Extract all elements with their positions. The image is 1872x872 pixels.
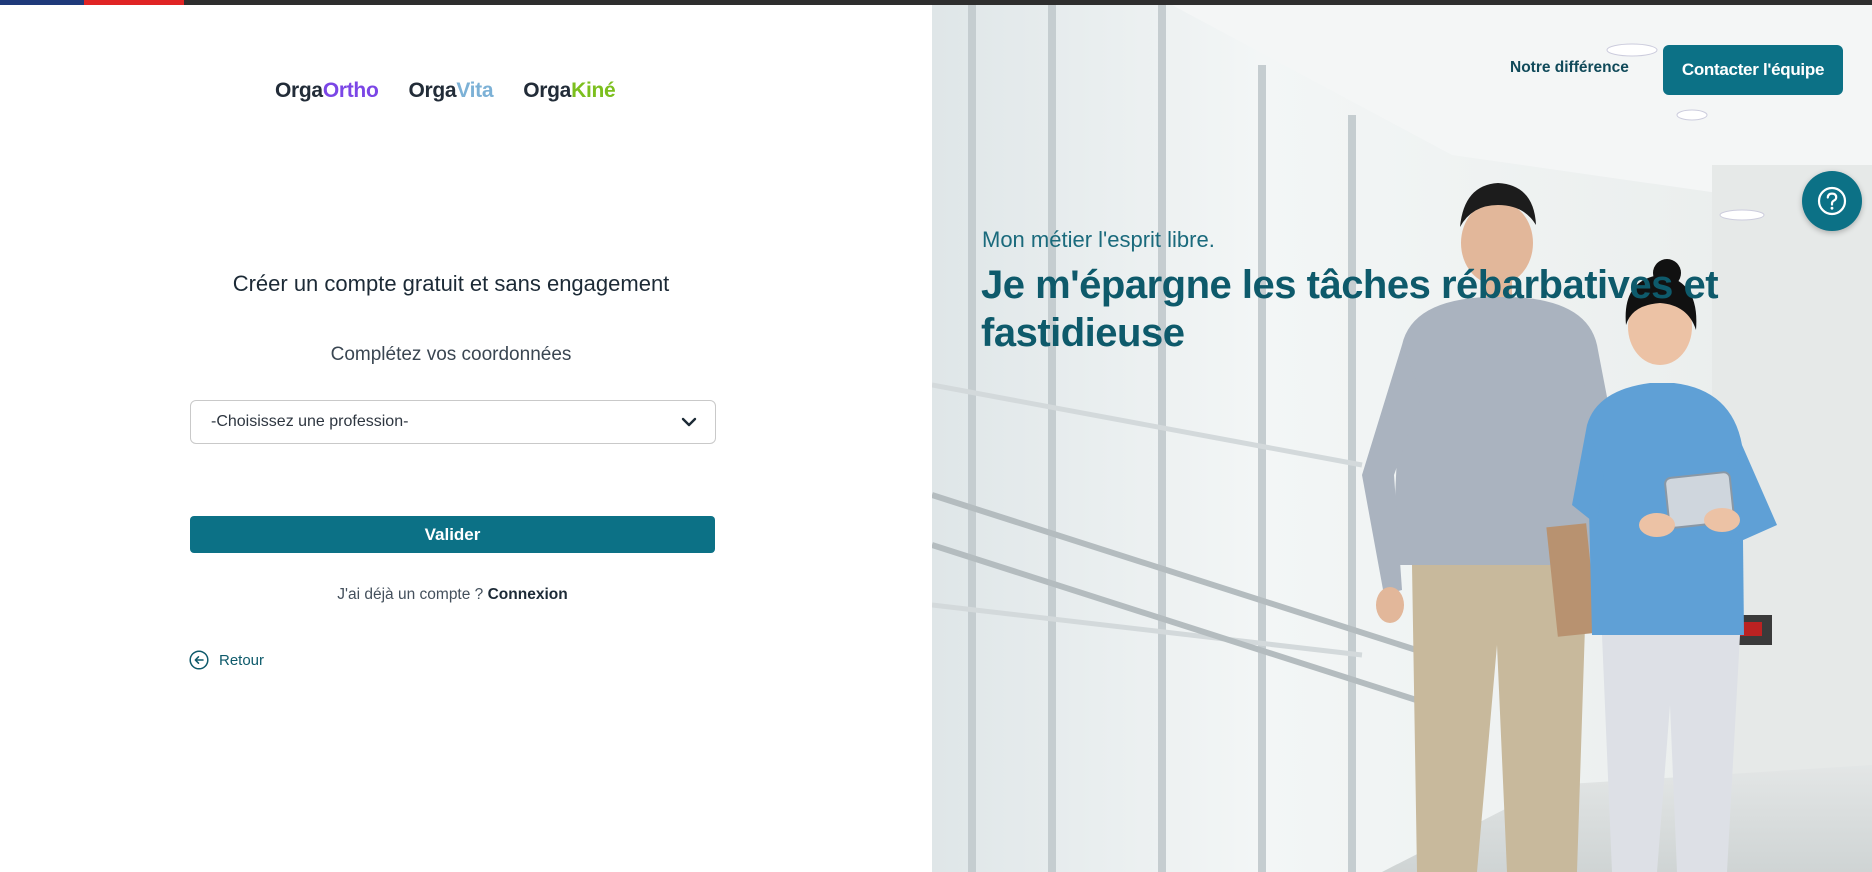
login-prompt: J'ai déjà un compte ? Connexion [190,586,715,604]
help-button[interactable] [1802,171,1862,231]
hero-title: Je m'épargne les tâches rébarbatives et … [981,263,1719,355]
logo-prefix: Orga [408,79,457,102]
logo-orgakine[interactable]: Orga Kiné [523,79,615,103]
login-link[interactable]: Connexion [488,586,568,603]
logo-suffix: Ortho [322,79,379,102]
logo-suffix: Kiné [571,79,616,102]
logo-orgaortho[interactable]: Orga Ortho [275,79,379,103]
form-title: Créer un compte gratuit et sans engageme… [232,271,670,296]
logo-prefix: Orga [523,79,572,102]
arrow-left-circle-icon [189,650,209,670]
profession-select[interactable]: -Choisissez une profession- [190,400,716,444]
back-label: Retour [219,651,265,669]
contact-team-button[interactable]: Contacter l'équipe [1663,45,1843,95]
question-circle-icon [1817,186,1847,216]
hero-tagline: Mon métier l'esprit libre. [982,227,1215,252]
login-prompt-text: J'ai déjà un compte ? [337,586,484,603]
profession-select-value: -Choisissez une profession- [211,413,409,430]
signup-panel: Orga Ortho Orga Vita Orga Kiné Créer un com… [0,5,932,872]
hero-panel: Mon métier l'esprit libre. Je m'épargne … [932,5,1872,872]
submit-button[interactable]: Valider [190,516,715,553]
nav-link-notre-difference[interactable]: Notre différence [1510,59,1629,77]
product-logos: Orga Ortho Orga Vita Orga Kiné [275,79,616,103]
chevron-down-icon [681,417,697,427]
form-subtitle: Complétez vos coordonnées [330,344,572,365]
logo-orgavita[interactable]: Orga Vita [408,79,493,103]
hero-photo [932,5,1872,872]
logo-suffix: Vita [456,79,494,102]
logo-prefix: Orga [275,79,323,102]
back-button[interactable]: Retour [189,650,264,670]
